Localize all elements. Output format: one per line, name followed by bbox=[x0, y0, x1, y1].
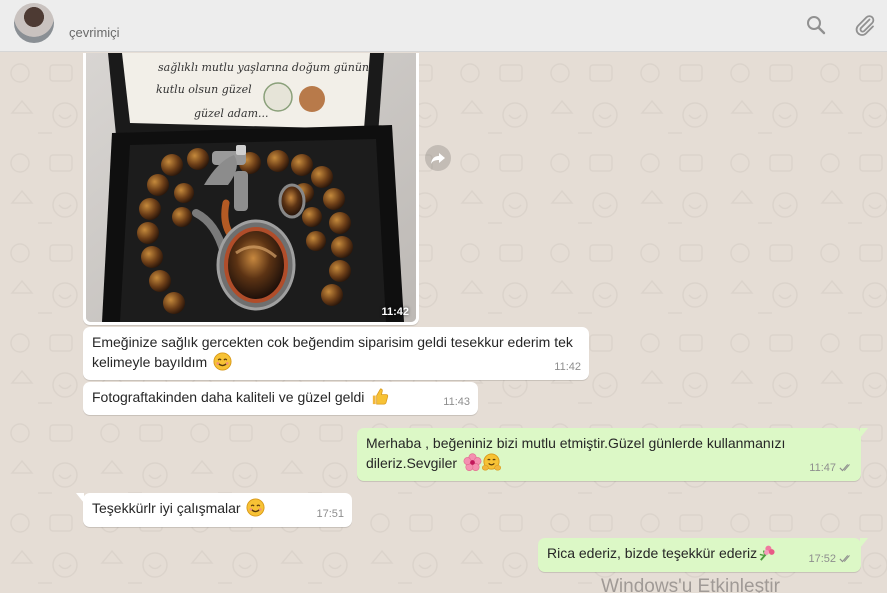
chat-header: çevrimiçi bbox=[0, 0, 887, 52]
bubble-tail bbox=[860, 538, 868, 548]
message-text: Teşekkürlr iyi çalışmalar bbox=[92, 500, 241, 516]
message-time: 11:47 bbox=[809, 458, 853, 478]
svg-text:güzel adam...: güzel adam... bbox=[194, 107, 269, 120]
message-time-value: 17:52 bbox=[808, 553, 836, 565]
image-message[interactable]: sağlıklı mutlu yaşlarına doğum günün kut… bbox=[83, 53, 419, 325]
message-time: 17:52 bbox=[808, 549, 853, 569]
contact-status: çevrimiçi bbox=[69, 25, 120, 40]
message-text: Merhaba , beğeniniz bizi mutlu etmiştir.… bbox=[366, 435, 786, 471]
message-time: 17:51 bbox=[316, 508, 344, 520]
double-check-icon bbox=[839, 464, 850, 472]
svg-text:kutlu olsun güzel: kutlu olsun güzel bbox=[156, 83, 252, 96]
bouquet-emoji-icon bbox=[759, 545, 775, 561]
message-text: Rica ederiz, bizde teşekkür ederiz bbox=[547, 545, 758, 561]
forward-button[interactable] bbox=[425, 145, 451, 171]
outgoing-message[interactable]: Rica ederiz, bizde teşekkür ederiz 17:52 bbox=[538, 538, 868, 572]
message-time-value: 11:47 bbox=[809, 462, 836, 474]
avatar[interactable] bbox=[14, 3, 54, 43]
outgoing-message[interactable]: Merhaba , beğeniniz bizi mutlu etmiştir.… bbox=[357, 428, 868, 481]
forward-icon bbox=[431, 153, 445, 164]
message-time: 11:43 bbox=[443, 396, 470, 408]
thumbs-up-emoji-icon bbox=[373, 388, 389, 405]
bubble-tail bbox=[76, 493, 84, 503]
message-text: Fotograftakinden daha kaliteli ve güzel … bbox=[92, 389, 365, 405]
incoming-message[interactable]: Fotograftakinden daha kaliteli ve güzel … bbox=[83, 382, 478, 415]
bubble-tail bbox=[860, 428, 868, 438]
smiling-face-emoji-icon bbox=[246, 498, 266, 517]
windows-activation-watermark: Windows'u Etkinleştir bbox=[601, 576, 780, 593]
message-text: Emeğinize sağlık gercekten cok beğendim … bbox=[92, 334, 573, 370]
message-time: 11:42 bbox=[554, 361, 581, 373]
double-check-icon bbox=[839, 555, 850, 563]
chat-panel[interactable]: sağlıklı mutlu yaşlarına doğum günün kut… bbox=[0, 53, 887, 593]
blossom-emoji-icon bbox=[463, 453, 482, 471]
bracelet-photo-image: sağlıklı mutlu yaşlarına doğum günün kut… bbox=[86, 53, 416, 322]
hugging-face-emoji-icon bbox=[481, 453, 501, 471]
image-message-time: 11:42 bbox=[381, 306, 409, 318]
incoming-message[interactable]: Teşekkürlr iyi çalışmalar 17:51 bbox=[76, 493, 352, 527]
paperclip-icon[interactable] bbox=[853, 13, 877, 37]
search-icon[interactable] bbox=[804, 13, 828, 37]
incoming-message[interactable]: Emeğinize sağlık gercekten cok beğendim … bbox=[83, 327, 589, 380]
product-photo[interactable]: sağlıklı mutlu yaşlarına doğum günün kut… bbox=[86, 53, 416, 322]
svg-text:sağlıklı mutlu yaşlarına doğum: sağlıklı mutlu yaşlarına doğum günün bbox=[158, 61, 369, 74]
smiling-face-emoji-icon bbox=[213, 352, 232, 371]
